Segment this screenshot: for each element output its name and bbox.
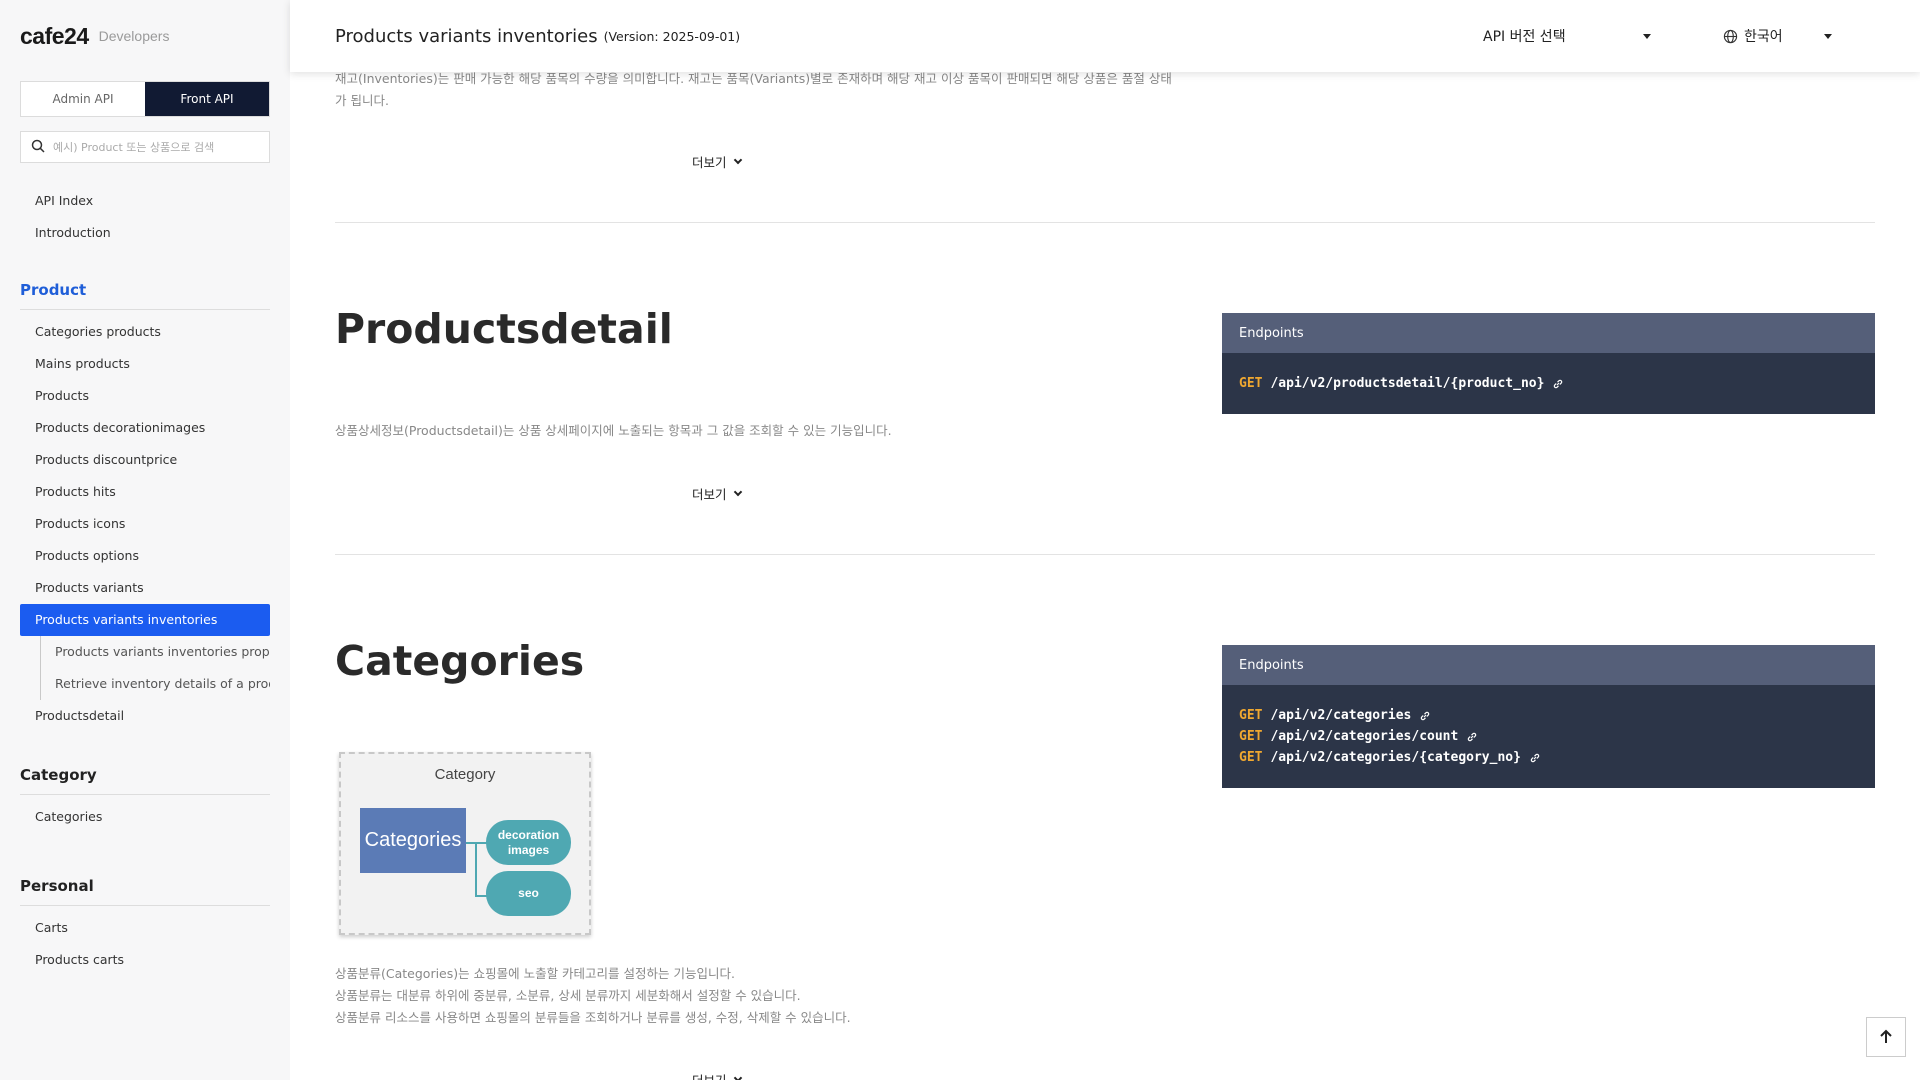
- endpoint-path: /api/v2/categories/{category_no}: [1270, 750, 1521, 765]
- inventories-description: 재고(Inventories)는 판매 가능한 해당 품목의 수량을 의미합니다…: [335, 68, 1185, 112]
- endpoint-line[interactable]: GET /api/v2/categories: [1239, 705, 1858, 726]
- more-button[interactable]: 더보기: [692, 484, 742, 503]
- endpoint-path: /api/v2/categories/count: [1270, 729, 1459, 744]
- api-version-select-label: API 버전 선택: [1483, 29, 1566, 45]
- nav-item-products-variants[interactable]: Products variants: [20, 572, 270, 604]
- nav-item-mains-products[interactable]: Mains products: [20, 348, 270, 380]
- diagram-title: Category: [434, 766, 496, 783]
- api-toggle: Admin API Front API: [20, 81, 270, 117]
- chevron-down-icon: [733, 1073, 742, 1080]
- diagram-connector: [475, 842, 477, 897]
- link-icon[interactable]: [1552, 378, 1564, 390]
- nav-item-products-hits[interactable]: Products hits: [20, 476, 270, 508]
- nav-subitem-inventories-properties[interactable]: Products variants inventories proper: [40, 636, 270, 668]
- nav-group-product: Categories products Mains products Produ…: [20, 310, 270, 732]
- tab-admin-api[interactable]: Admin API: [21, 82, 145, 116]
- nav-item-products-options[interactable]: Products options: [20, 540, 270, 572]
- section-divider: [335, 222, 1875, 223]
- endpoint-method: GET: [1239, 729, 1263, 744]
- nav-section-product[interactable]: Product: [20, 273, 270, 310]
- nav-item-introduction[interactable]: Introduction: [20, 217, 270, 249]
- endpoints-header: Endpoints: [1222, 645, 1875, 685]
- more-button-label: 더보기: [692, 155, 727, 170]
- endpoint-line[interactable]: GET /api/v2/productsdetail/{product_no}: [1239, 373, 1858, 394]
- chevron-down-icon: [1643, 34, 1651, 39]
- endpoint-path: /api/v2/categories: [1270, 708, 1412, 723]
- categories-description: 상품분류(Categories)는 쇼핑몰에 노출할 카테고리를 설정하는 기능…: [335, 963, 851, 1029]
- nav-top-links: API Index Introduction: [20, 185, 270, 249]
- more-button[interactable]: 더보기: [692, 1070, 742, 1080]
- nav-item-products-discountprice[interactable]: Products discountprice: [20, 444, 270, 476]
- endpoints-list: GET /api/v2/productsdetail/{product_no}: [1222, 353, 1875, 414]
- endpoint-method: GET: [1239, 750, 1263, 765]
- nav-subitem-retrieve-inventory-details[interactable]: Retrieve inventory details of a produ: [40, 668, 270, 700]
- nav-item-products-carts[interactable]: Products carts: [20, 944, 270, 976]
- endpoints-header: Endpoints: [1222, 313, 1875, 353]
- nav-section-category[interactable]: Category: [20, 758, 270, 795]
- arrow-up-icon: [1878, 1029, 1894, 1045]
- section-title-productsdetail: Productsdetail: [335, 305, 673, 353]
- nav-group-personal: Carts Products carts: [20, 906, 270, 976]
- nav-item-products[interactable]: Products: [20, 380, 270, 412]
- page-title: Products variants inventories: [335, 25, 598, 47]
- more-button[interactable]: 더보기: [692, 152, 742, 171]
- nav-item-carts[interactable]: Carts: [20, 912, 270, 944]
- chevron-down-icon: [733, 155, 742, 164]
- section-title-categories: Categories: [335, 637, 585, 685]
- search-input[interactable]: [53, 140, 253, 154]
- tab-front-api[interactable]: Front API: [145, 82, 269, 116]
- logo-subtitle: Developers: [98, 28, 170, 44]
- logo[interactable]: cafe24: [20, 23, 89, 50]
- diagram-child-node: seo: [486, 871, 571, 916]
- productsdetail-description: 상품상세정보(Productsdetail)는 상품 상세페이지에 노출되는 항…: [335, 423, 892, 438]
- page-version: (Version: 2025-09-01): [603, 28, 741, 44]
- nav-item-productsdetail[interactable]: Productsdetail: [20, 700, 270, 732]
- endpoint-method: GET: [1239, 708, 1263, 723]
- more-button-label: 더보기: [692, 487, 727, 502]
- nav-group-category: Categories: [20, 795, 270, 833]
- endpoint-path: /api/v2/productsdetail/{product_no}: [1270, 376, 1545, 391]
- search-box: [20, 131, 270, 163]
- sidebar: cafe24 Developers Admin API Front API AP…: [0, 0, 290, 1080]
- language-select[interactable]: 한국어: [1723, 0, 1843, 72]
- diagram-child-node: decoration images: [486, 820, 571, 865]
- nav-item-categories[interactable]: Categories: [20, 801, 270, 833]
- endpoints-panel-categories: Endpoints GET /api/v2/categories GET /ap…: [1222, 645, 1875, 788]
- inventories-description-line2: 가 됩니다.: [335, 93, 389, 108]
- categories-description-line: 상품분류(Categories)는 쇼핑몰에 노출할 카테고리를 설정하는 기능…: [335, 966, 735, 981]
- top-header: Products variants inventories (Version: …: [290, 0, 1920, 72]
- chevron-down-icon: [1824, 34, 1832, 39]
- section-divider: [335, 554, 1875, 555]
- endpoints-panel-productsdetail: Endpoints GET /api/v2/productsdetail/{pr…: [1222, 313, 1875, 414]
- nav-item-products-decorationimages[interactable]: Products decorationimages: [20, 412, 270, 444]
- logo-row: cafe24 Developers: [20, 0, 270, 72]
- api-version-select[interactable]: API 버전 선택: [1483, 0, 1653, 72]
- diagram-main-node: Categories: [360, 808, 466, 873]
- globe-icon: [1723, 29, 1738, 44]
- link-icon[interactable]: [1419, 710, 1431, 722]
- endpoint-method: GET: [1239, 376, 1263, 391]
- main-content: 재고(Inventories)는 판매 가능한 해당 품목의 수량을 의미합니다…: [335, 0, 1875, 1080]
- link-icon[interactable]: [1529, 752, 1541, 764]
- categories-description-line: 상품분류는 대분류 하위에 중분류, 소분류, 상세 분류까지 세분화해서 설정…: [335, 988, 801, 1003]
- nav-item-products-variants-inventories[interactable]: Products variants inventories: [20, 604, 270, 636]
- nav-item-products-icons[interactable]: Products icons: [20, 508, 270, 540]
- search-icon: [31, 138, 45, 157]
- nav-section-personal[interactable]: Personal: [20, 869, 270, 906]
- language-select-label: 한국어: [1744, 29, 1783, 45]
- link-icon[interactable]: [1466, 731, 1478, 743]
- endpoint-line[interactable]: GET /api/v2/categories/count: [1239, 726, 1858, 747]
- more-button-label: 더보기: [692, 1070, 727, 1080]
- scroll-to-top-button[interactable]: [1866, 1017, 1906, 1057]
- nav-item-categories-products[interactable]: Categories products: [20, 316, 270, 348]
- nav-item-api-index[interactable]: API Index: [20, 185, 270, 217]
- categories-description-line: 상품분류 리소스를 사용하면 쇼핑몰의 분류들을 조회하거나 분류를 생성, 수…: [335, 1010, 851, 1025]
- endpoint-line[interactable]: GET /api/v2/categories/{category_no}: [1239, 747, 1858, 768]
- chevron-down-icon: [733, 487, 742, 496]
- category-diagram: Category Categories decoration images se…: [339, 752, 591, 935]
- endpoints-list: GET /api/v2/categories GET /api/v2/categ…: [1222, 685, 1875, 788]
